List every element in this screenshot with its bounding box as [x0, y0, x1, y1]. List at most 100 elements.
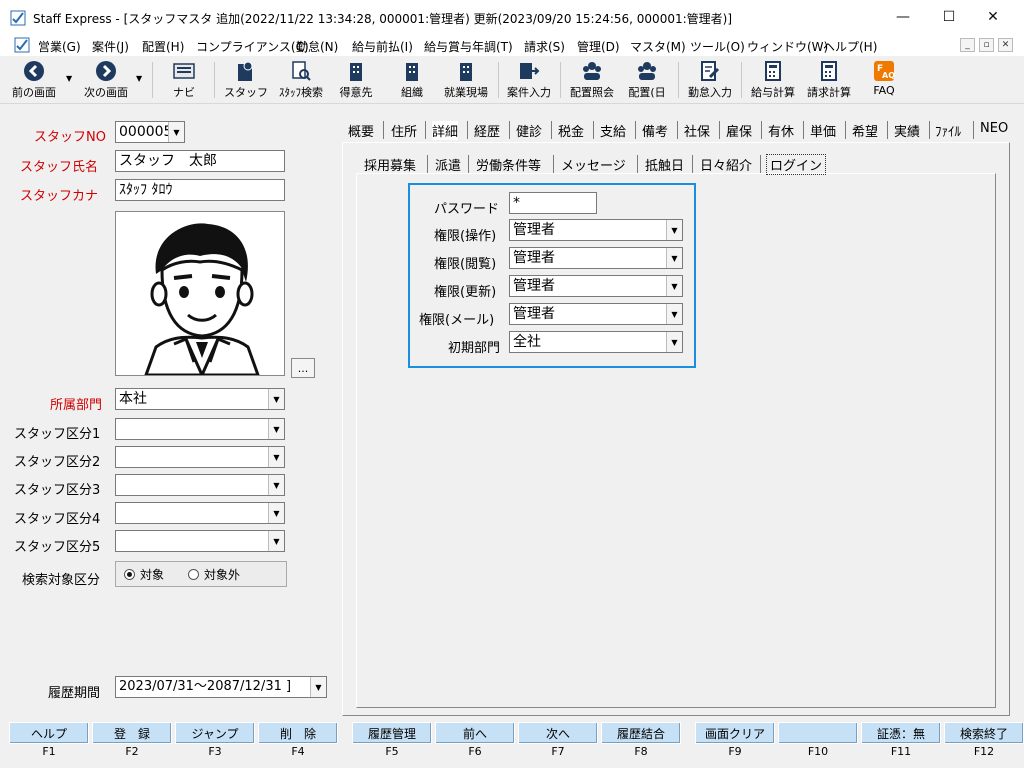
staff-category-1-select[interactable]: ▼ — [115, 418, 285, 440]
history-period-select[interactable]: 2023/07/31～2087/12/31 ] ▼ — [115, 676, 327, 698]
f11-evidence-button[interactable]: 証憑：無 — [861, 722, 941, 744]
tab-overview[interactable]: 概要 — [348, 121, 374, 140]
perm-view-select[interactable]: 管理者 ▼ — [509, 247, 683, 269]
tab-payment[interactable]: 支給 — [600, 121, 626, 140]
dept-select[interactable]: 本社 ▼ — [115, 388, 285, 410]
subtab-login[interactable]: ログイン — [766, 154, 827, 175]
f8-history-merge-button[interactable]: 履歴結合 — [601, 722, 681, 744]
tab-employment-insurance[interactable]: 雇保 — [726, 121, 752, 140]
menu-advance-pay[interactable]: 給与前払(I) — [352, 38, 413, 55]
prev-screen-button[interactable]: 前の画面 — [8, 59, 60, 101]
subtab-work-conditions[interactable]: 労働条件等 — [476, 155, 541, 174]
assignment-inquiry-button[interactable]: 配置照会 — [566, 59, 618, 101]
next-screen-button[interactable]: 次の画面 — [78, 59, 134, 101]
attendance-input-button[interactable]: 勤怠入力 — [684, 59, 736, 101]
menu-assignment[interactable]: 配置(H) — [142, 38, 184, 55]
app-icon — [10, 10, 26, 26]
toolbar-separator — [152, 62, 153, 98]
faq-button[interactable]: F AQ FAQ — [864, 59, 904, 101]
organization-button[interactable]: 組織 — [390, 59, 434, 101]
dept-label: 所属部門 — [50, 398, 103, 413]
menu-window[interactable]: ウィンドウ(W) — [747, 38, 828, 55]
f4-delete-button[interactable]: 削 除 — [258, 722, 338, 744]
staff-no-select[interactable]: 000005 ▼ — [115, 121, 185, 143]
staff-category-4-select[interactable]: ▼ — [115, 502, 285, 524]
client-button[interactable]: 得意先 — [334, 59, 378, 101]
subtab-conflict-date[interactable]: 抵触日 — [645, 155, 684, 174]
mdi-close-button[interactable]: ✕ — [998, 38, 1013, 52]
perm-update-select[interactable]: 管理者 ▼ — [509, 275, 683, 297]
radio-nontarget[interactable] — [188, 569, 199, 580]
staff-search-button[interactable]: ｽﾀｯﾌ検索 — [274, 59, 328, 101]
minimize-button[interactable]: — — [880, 0, 926, 34]
f7-key-label: F7 — [551, 745, 565, 758]
payroll-calc-button[interactable]: 給与計算 — [747, 59, 799, 101]
tab-address[interactable]: 住所 — [391, 121, 417, 140]
menu-attendance[interactable]: 勤怠(N) — [296, 38, 338, 55]
mdi-restore-button[interactable]: ▫ — [979, 38, 994, 52]
maximize-button[interactable]: ☐ — [926, 0, 972, 34]
initial-dept-select[interactable]: 全社 ▼ — [509, 331, 683, 353]
staff-name-field[interactable]: スタッフ 太郎 — [115, 150, 285, 172]
f8-key-label: F8 — [634, 745, 648, 758]
prev-dropdown-icon[interactable]: ▼ — [66, 74, 72, 83]
tab-neo[interactable]: NEO — [980, 121, 1008, 136]
f5-history-mgmt-button[interactable]: 履歴管理 — [352, 722, 432, 744]
assignment-day-button[interactable]: 配置(日 — [624, 59, 670, 101]
tab-social-insurance[interactable]: 社保 — [684, 121, 710, 140]
tab-health[interactable]: 健診 — [516, 121, 542, 140]
subtab-messages[interactable]: メッセージ — [561, 155, 626, 174]
menu-case[interactable]: 案件(J) — [92, 38, 129, 55]
menu-help[interactable]: ヘルプ(H) — [823, 38, 877, 55]
case-input-button[interactable]: 案件入力 — [503, 59, 555, 101]
subtab-dispatch[interactable]: 派遣 — [435, 155, 461, 174]
menu-sales[interactable]: 営業(G) — [38, 38, 81, 55]
perm-mail-select[interactable]: 管理者 ▼ — [509, 303, 683, 325]
mdi-minimize-button[interactable]: _ — [960, 38, 975, 52]
menu-admin[interactable]: 管理(D) — [577, 38, 620, 55]
tab-tax[interactable]: 税金 — [558, 121, 584, 140]
f2-register-button[interactable]: 登 録 — [92, 722, 172, 744]
subtab-recruitment[interactable]: 採用募集 — [364, 155, 416, 174]
f9-clear-button[interactable]: 画面クリア — [695, 722, 775, 744]
perm-operation-select[interactable]: 管理者 ▼ — [509, 219, 683, 241]
f10-button[interactable] — [778, 722, 858, 744]
tab-notes[interactable]: 備考 — [642, 121, 668, 140]
billing-calc-button[interactable]: 請求計算 — [803, 59, 855, 101]
close-button[interactable]: ✕ — [970, 0, 1016, 34]
password-field[interactable]: * — [509, 192, 597, 214]
tab-details[interactable]: 詳細 — [432, 121, 459, 140]
photo-browse-button[interactable]: ... — [291, 358, 315, 378]
svg-text:AQ: AQ — [882, 71, 895, 80]
navi-button[interactable]: ナビ — [162, 59, 206, 101]
tab-results[interactable]: 実績 — [894, 121, 920, 140]
tab-wishes[interactable]: 希望 — [852, 121, 878, 140]
chevron-down-icon: ▼ — [666, 332, 682, 352]
menu-master[interactable]: マスタ(M) — [630, 38, 686, 55]
tab-career[interactable]: 経歴 — [474, 121, 500, 140]
tab-unit-price[interactable]: 単価 — [810, 121, 836, 140]
subtab-daily-referral[interactable]: 日々紹介 — [700, 155, 752, 174]
f12-search-end-button[interactable]: 検索終了 — [944, 722, 1024, 744]
menu-compliance[interactable]: コンプライアンス(C) — [196, 38, 309, 55]
f3-jump-button[interactable]: ジャンプ — [175, 722, 255, 744]
menu-billing[interactable]: 請求(S) — [524, 38, 565, 55]
building-icon — [400, 59, 424, 83]
chevron-down-icon: ▼ — [666, 276, 682, 296]
next-dropdown-icon[interactable]: ▼ — [136, 74, 142, 83]
staff-category-5-select[interactable]: ▼ — [115, 530, 285, 552]
staff-button[interactable]: スタッフ — [222, 59, 270, 101]
f6-prev-button[interactable]: 前へ — [435, 722, 515, 744]
staff-kana-field[interactable]: ｽﾀｯﾌ ﾀﾛｳ — [115, 179, 285, 201]
f7-next-button[interactable]: 次へ — [518, 722, 598, 744]
radio-target[interactable] — [124, 569, 135, 580]
staff-category-2-select[interactable]: ▼ — [115, 446, 285, 468]
f1-help-button[interactable]: ヘルプ — [9, 722, 89, 744]
tab-files[interactable]: ﾌｧｲﾙ — [935, 121, 961, 140]
menu-tools[interactable]: ツール(O) — [690, 38, 745, 55]
staff-category-3-select[interactable]: ▼ — [115, 474, 285, 496]
staff-photo — [115, 211, 285, 379]
tab-paid-leave[interactable]: 有休 — [768, 121, 794, 140]
work-site-button[interactable]: 就業現場 — [440, 59, 492, 101]
menu-payroll[interactable]: 給与賞与年調(T) — [424, 38, 513, 55]
